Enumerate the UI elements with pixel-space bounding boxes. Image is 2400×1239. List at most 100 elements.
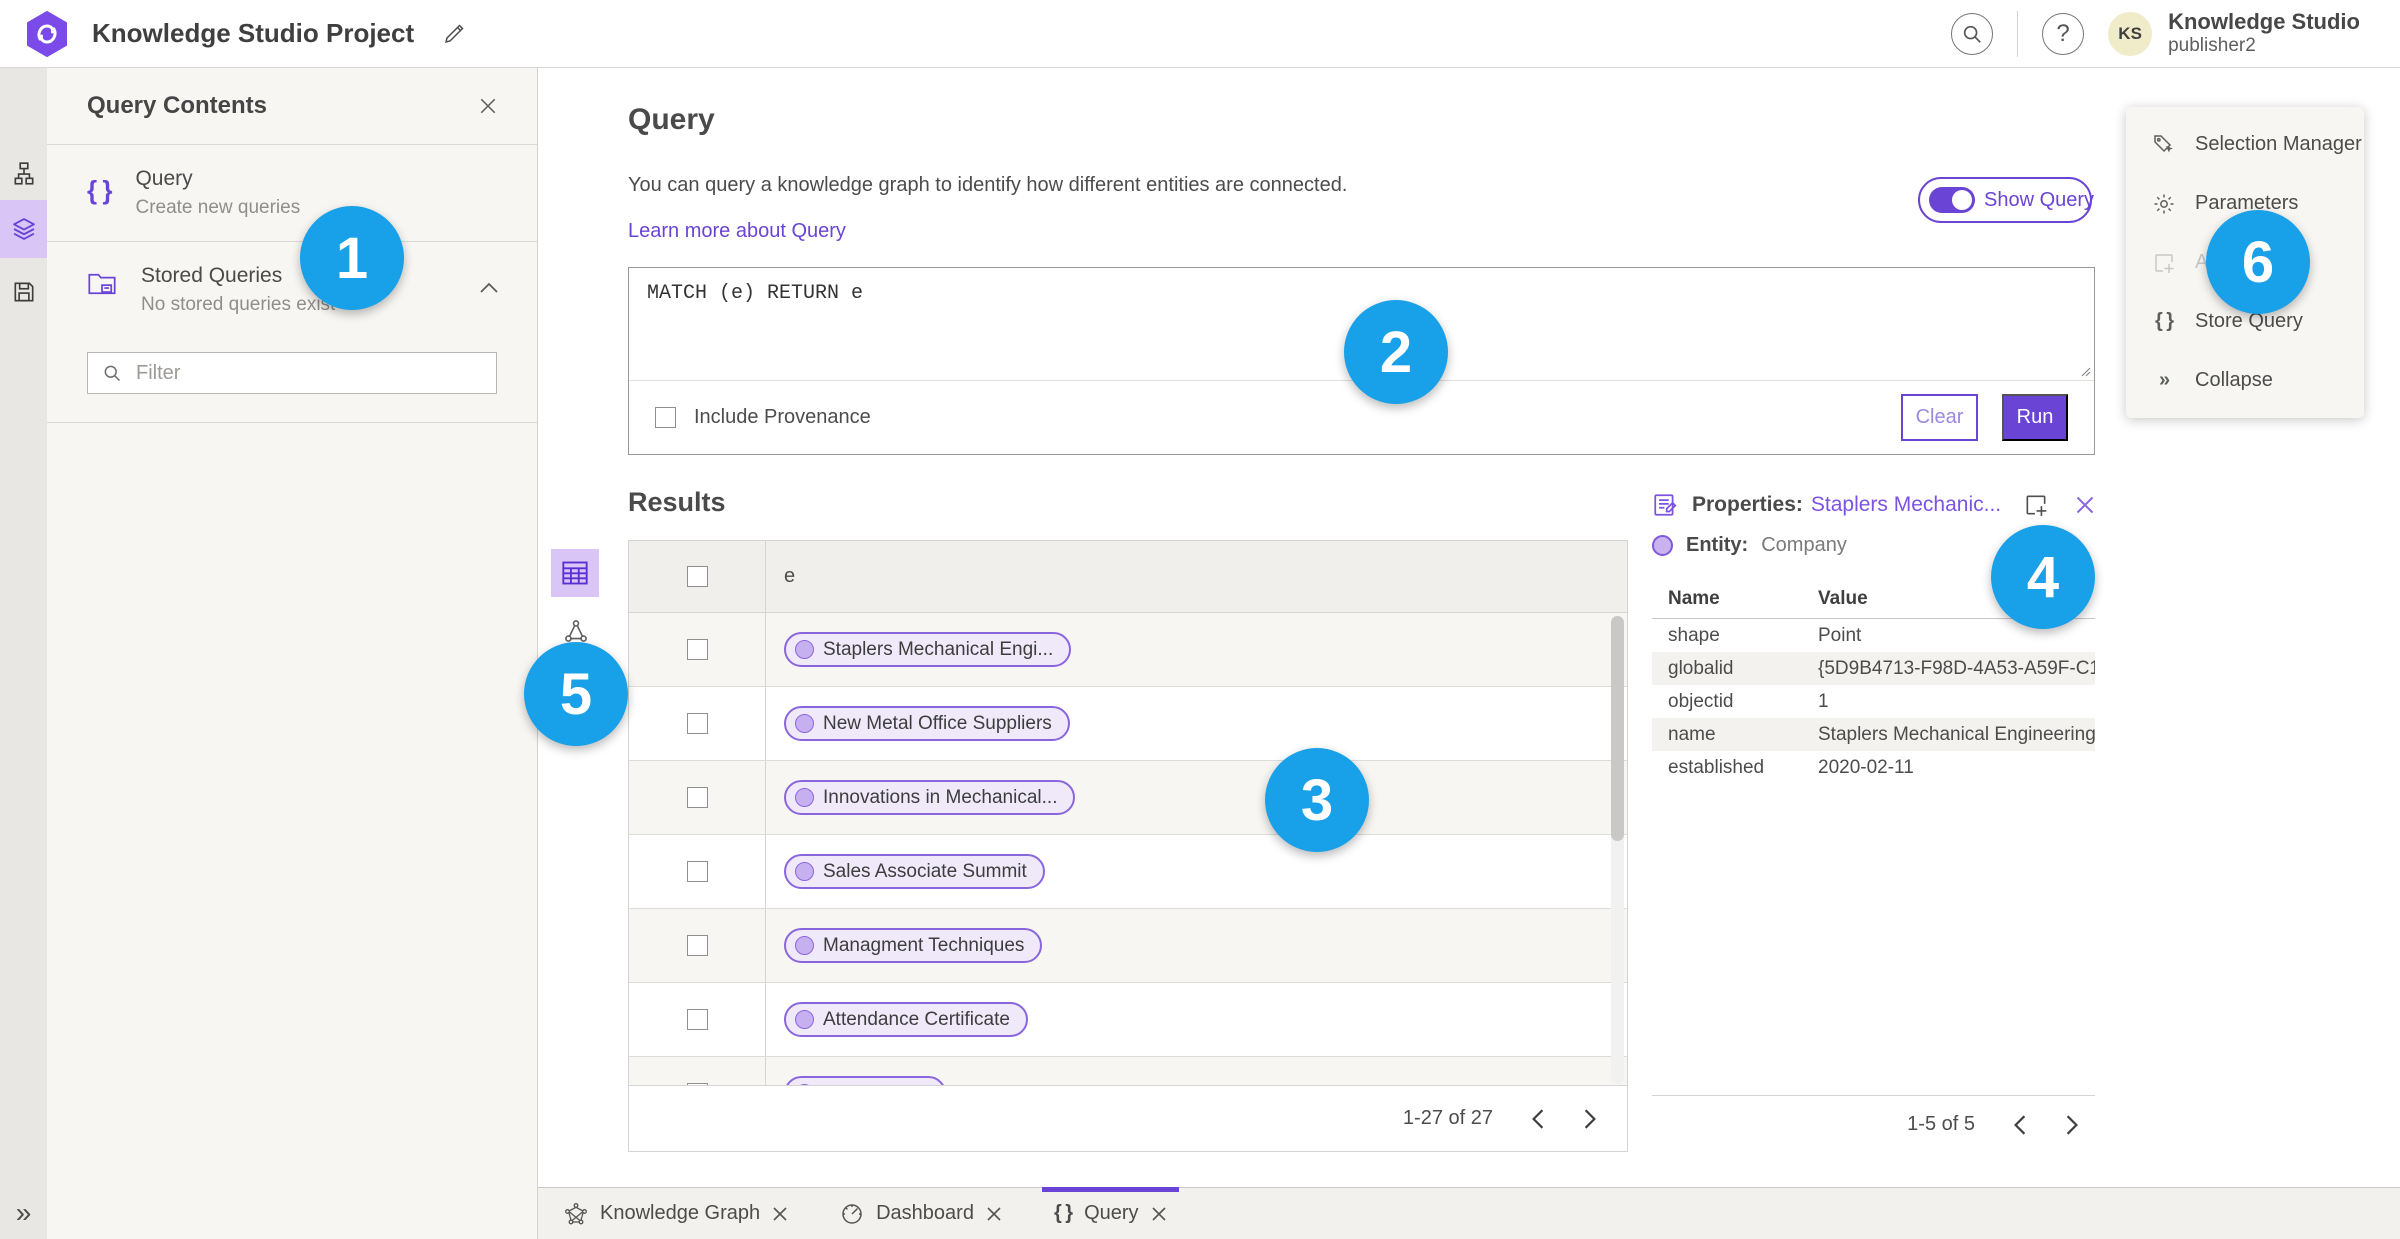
property-name: shape — [1668, 624, 1720, 646]
row-checkbox[interactable] — [686, 713, 708, 734]
avatar[interactable]: KS — [2108, 11, 2153, 56]
results-pagination: 1-27 of 27 — [628, 1085, 1628, 1152]
entity-pill[interactable]: Managment Techniques — [784, 928, 1043, 963]
query-section-title: Query — [628, 103, 715, 136]
menu-item-label: Store Query — [2195, 310, 2303, 332]
user-role: publisher2 — [2168, 35, 2256, 57]
tab-dashboard[interactable]: Dashboard — [814, 1188, 1028, 1239]
table-view-button[interactable] — [551, 549, 599, 597]
properties-form-icon — [1652, 492, 1678, 518]
stored-queries-section: Stored Queries No stored queries exist — [47, 242, 537, 423]
entity-pill[interactable]: Sales Associate Summit — [784, 854, 1045, 889]
table-row: Staplers Mechanical Engi... — [629, 613, 1627, 687]
row-checkbox-cell — [629, 835, 766, 908]
hierarchy-icon — [14, 162, 33, 185]
row-checkbox[interactable] — [686, 1009, 708, 1030]
scrollbar-thumb[interactable] — [1611, 616, 1624, 841]
menu-item-collapse[interactable]: » Collapse — [2126, 351, 2364, 410]
annotation-circle-5: 5 — [524, 642, 628, 746]
data-model-rail-button[interactable] — [0, 146, 47, 202]
name-column-header: Name — [1668, 588, 1720, 609]
sidebar-item-stored-queries[interactable]: Stored Queries No stored queries exist — [47, 242, 537, 338]
resize-handle-icon[interactable] — [2077, 363, 2091, 377]
property-name: objectid — [1668, 690, 1734, 712]
row-checkbox-cell — [629, 613, 766, 686]
entity-pill[interactable]: Innovations in Mechanical... — [784, 780, 1076, 815]
row-entity-cell: Staplers Mechanical Engi... — [766, 613, 1627, 686]
entity-pill-label: Innovations in Mechanical... — [823, 786, 1058, 808]
table-row: Innovations in Mechanical... — [629, 761, 1627, 835]
panel-header: Query Contents — [47, 68, 537, 145]
menu-item-selection-manager[interactable]: Selection Manager — [2126, 115, 2364, 174]
query-text: MATCH (e) RETURN e — [647, 282, 864, 305]
save-rail-button[interactable] — [0, 264, 47, 320]
learn-more-link[interactable]: Learn more about Query — [628, 220, 846, 243]
tab-label: Dashboard — [876, 1202, 974, 1224]
row-checkbox-cell — [629, 687, 766, 760]
braces-icon: { } — [1053, 1202, 1073, 1224]
edit-title-icon[interactable] — [442, 22, 466, 46]
select-all-checkbox[interactable] — [686, 566, 708, 587]
row-checkbox[interactable] — [686, 787, 708, 808]
run-button[interactable]: Run — [2002, 393, 2068, 441]
results-prev-page-button[interactable] — [1531, 1108, 1545, 1130]
entity-pill-label: Sales Associate Summit — [823, 860, 1027, 882]
entity-dot-icon — [795, 862, 814, 881]
clear-button[interactable]: Clear — [1901, 393, 1978, 441]
results-next-page-button[interactable] — [1583, 1108, 1597, 1130]
entity-row: Entity: Company — [1652, 534, 1847, 557]
expand-rail-button[interactable]: » — [0, 1197, 47, 1229]
user-block[interactable]: Knowledge Studio publisher2 — [2168, 9, 2360, 58]
property-name: established — [1668, 756, 1765, 778]
property-name: name — [1668, 723, 1716, 745]
menu-item-label: Collapse — [2195, 369, 2273, 391]
braces-icon: { } — [87, 175, 112, 205]
topbar-divider — [2017, 10, 2019, 57]
layers-icon — [12, 218, 35, 240]
filter-input[interactable] — [134, 360, 482, 386]
property-value: 2020-02-11 — [1818, 756, 1914, 778]
annotation-circle-3: 3 — [1265, 748, 1369, 852]
properties-next-page-button[interactable] — [2065, 1114, 2079, 1136]
entity-dot-icon — [795, 936, 814, 955]
show-query-toggle[interactable]: Show Query — [1918, 177, 2094, 223]
properties-prev-page-button[interactable] — [2013, 1114, 2027, 1136]
close-tab-icon[interactable] — [1151, 1206, 1167, 1222]
app-logo-icon[interactable] — [26, 10, 68, 57]
row-checkbox[interactable] — [686, 639, 708, 660]
entity-pill[interactable]: Staplers Mechanical Engi... — [784, 632, 1072, 667]
row-entity-cell: Attendance Certificate — [766, 983, 1627, 1056]
close-tab-icon[interactable] — [772, 1206, 788, 1222]
chevron-up-icon[interactable] — [479, 282, 499, 294]
tab-knowledge-graph[interactable]: Knowledge Graph — [538, 1188, 814, 1239]
double-chevron-icon: » — [2158, 369, 2170, 391]
query-description: You can query a knowledge graph to ident… — [628, 174, 1348, 196]
menu-item-label: Selection Manager — [2195, 133, 2362, 155]
close-tab-icon[interactable] — [986, 1206, 1002, 1222]
sidebar-item-query[interactable]: { } Query Create new queries — [47, 145, 537, 242]
toggle-knob — [1952, 190, 1972, 210]
row-checkbox[interactable] — [686, 861, 708, 882]
entity-pill[interactable]: Attendance Certificate — [784, 1002, 1028, 1037]
entity-label: Entity: — [1686, 534, 1749, 556]
property-value: Staplers Mechanical Engineering — [1818, 723, 2095, 745]
tab-label: Query — [1084, 1202, 1139, 1224]
help-button[interactable]: ? — [2042, 12, 2085, 55]
close-properties-icon[interactable] — [2075, 495, 2095, 515]
include-provenance-checkbox[interactable] — [655, 406, 676, 428]
entity-pill[interactable]: New Metal Office Suppliers — [784, 706, 1070, 741]
vertical-scrollbar[interactable] — [1611, 616, 1624, 1084]
tab-query[interactable]: { } Query — [1028, 1187, 1193, 1239]
search-button[interactable] — [1951, 12, 1994, 55]
query-contents-panel: Query Contents { } Query Create new quer… — [47, 68, 538, 1239]
table-row: Firebird Title — [629, 1057, 1627, 1085]
toggle-track[interactable] — [1929, 187, 1975, 213]
close-panel-icon[interactable] — [479, 97, 497, 115]
properties-entity-link[interactable]: Staplers Mechanic... — [1811, 493, 2001, 517]
add-to-map-icon[interactable] — [2023, 492, 2049, 518]
row-checkbox-cell — [629, 1057, 766, 1085]
layers-rail-button[interactable] — [0, 200, 47, 258]
braces-icon: { } — [2154, 310, 2174, 332]
row-checkbox[interactable] — [686, 935, 708, 956]
row-checkbox-cell — [629, 909, 766, 982]
